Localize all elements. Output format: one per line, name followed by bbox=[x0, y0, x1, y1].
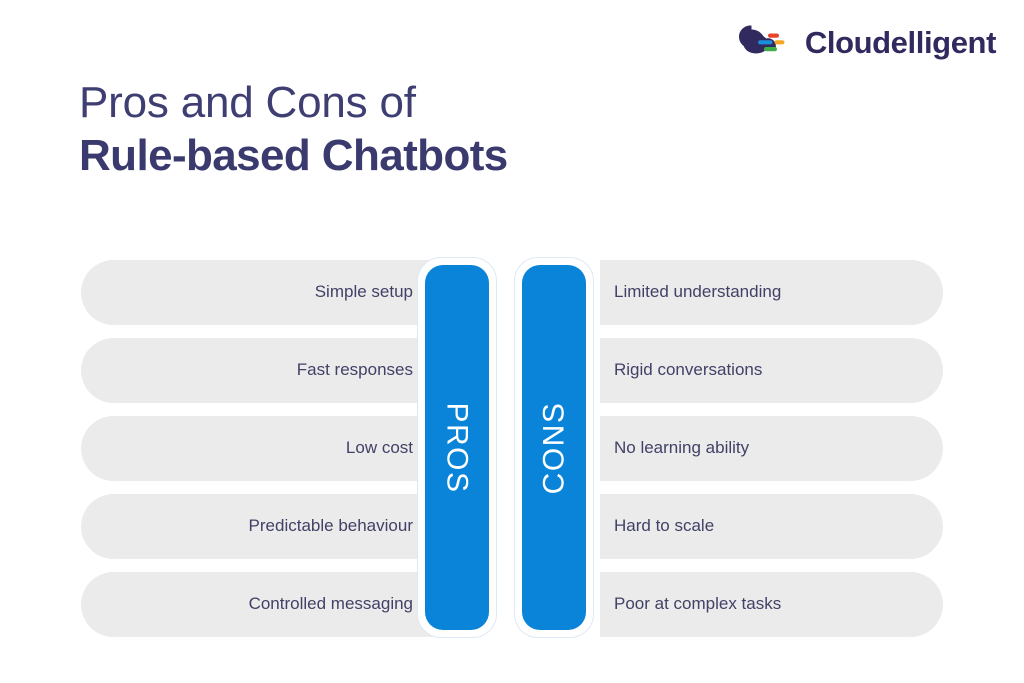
cons-bar: CONS bbox=[514, 257, 594, 638]
con-item-label: Poor at complex tasks bbox=[614, 594, 782, 614]
pro-item-label: Predictable behaviour bbox=[248, 516, 413, 536]
pros-bar-fill: PROS bbox=[425, 265, 489, 630]
infographic-page: Cloudelligent Pros and Cons of Rule-base… bbox=[0, 0, 1024, 683]
page-title: Pros and Cons of Rule-based Chatbots bbox=[79, 78, 508, 182]
title-line-1: Pros and Cons of bbox=[79, 78, 416, 127]
pro-item-label: Simple setup bbox=[314, 282, 413, 302]
pro-item: Low cost bbox=[81, 416, 436, 481]
con-item: No learning ability bbox=[600, 416, 943, 481]
pro-item: Simple setup bbox=[81, 260, 436, 325]
con-item-label: No learning ability bbox=[614, 438, 750, 458]
con-item: Poor at complex tasks bbox=[600, 572, 943, 637]
pros-bar-label: PROS bbox=[441, 401, 474, 494]
con-item: Hard to scale bbox=[600, 494, 943, 559]
con-item: Rigid conversations bbox=[600, 338, 943, 403]
pros-cons-comparison: Simple setup Limited understanding Fast … bbox=[81, 257, 943, 638]
pro-item: Predictable behaviour bbox=[81, 494, 436, 559]
category-bars: PROS CONS bbox=[417, 257, 597, 638]
con-item-label: Limited understanding bbox=[614, 282, 782, 302]
pro-item-label: Low cost bbox=[345, 438, 413, 458]
brand-logo: Cloudelligent bbox=[734, 20, 996, 64]
brand-wordmark: Cloudelligent bbox=[804, 24, 997, 60]
pros-bar: PROS bbox=[417, 257, 497, 638]
pro-item: Controlled messaging bbox=[81, 572, 436, 637]
con-item-label: Hard to scale bbox=[614, 516, 715, 536]
title-line-2: Rule-based Chatbots bbox=[79, 131, 508, 181]
con-item: Limited understanding bbox=[600, 260, 943, 325]
pro-item-label: Controlled messaging bbox=[248, 594, 413, 614]
con-item-label: Rigid conversations bbox=[614, 360, 763, 380]
pro-item: Fast responses bbox=[81, 338, 436, 403]
pro-item-label: Fast responses bbox=[296, 360, 413, 380]
cons-bar-label: CONS bbox=[537, 401, 570, 494]
cons-bar-fill: CONS bbox=[522, 265, 586, 630]
cloud-logo-icon bbox=[738, 25, 785, 54]
